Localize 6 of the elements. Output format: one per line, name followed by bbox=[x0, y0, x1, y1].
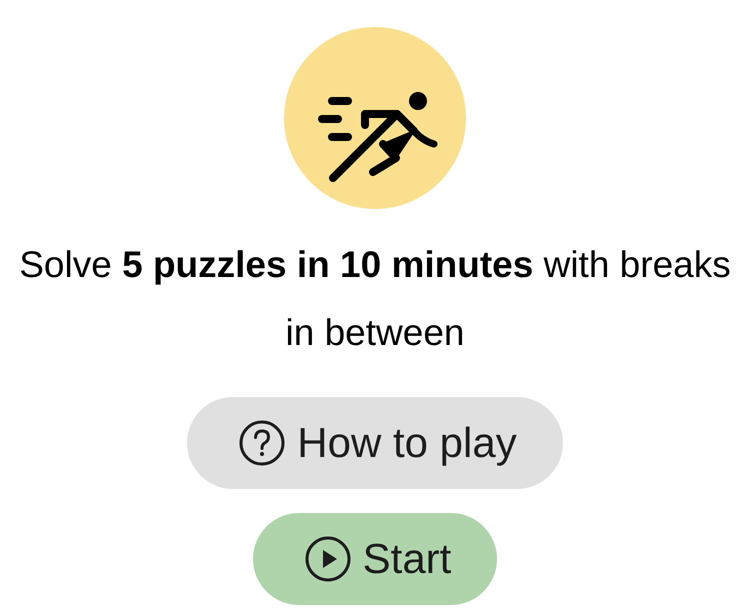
running-figure-icon bbox=[284, 27, 466, 209]
how-to-play-button[interactable]: How to play bbox=[187, 397, 563, 489]
play-icon bbox=[304, 536, 351, 582]
start-button[interactable]: Start bbox=[252, 513, 498, 605]
description-text: Solve 5 puzzles in 10 minutes with breaks in between bbox=[18, 243, 732, 355]
help-icon bbox=[239, 420, 286, 466]
